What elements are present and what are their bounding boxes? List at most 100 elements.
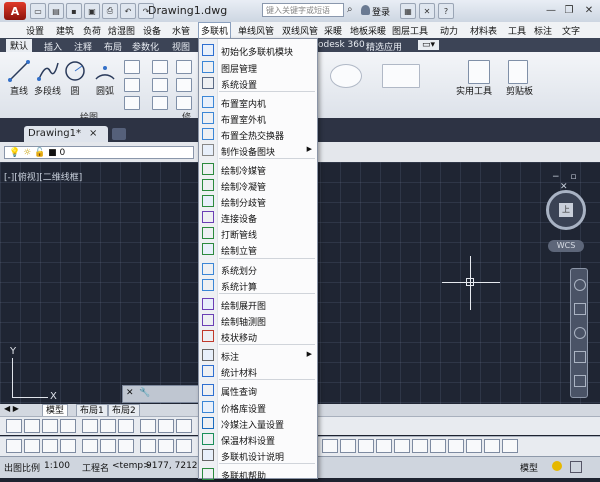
layer-dropdown[interactable]: 💡 ☼ 🔓 ■ 0 (4, 146, 194, 159)
tool-icon-1[interactable] (6, 419, 22, 433)
ribbon-options-icon[interactable]: ▭▾ (418, 40, 440, 50)
tool-icon-2[interactable] (24, 419, 40, 433)
tool-icon-24[interactable] (376, 439, 392, 453)
utilities-label[interactable]: 实用工具 (456, 84, 492, 97)
menu-item-double-duct[interactable]: 双线风管 (282, 24, 318, 37)
calculator-icon[interactable] (468, 60, 490, 84)
app-logo-button[interactable]: A (4, 2, 26, 20)
menu-item-material-stats[interactable]: 统计材料 (199, 363, 317, 379)
restore-button[interactable]: ❐ (560, 3, 578, 17)
menu-item-building[interactable]: 建筑 (56, 24, 74, 37)
tool-icon-30[interactable] (484, 439, 500, 453)
tool-icon-7[interactable] (118, 419, 134, 433)
menu-item-connect[interactable]: 连接设备 (199, 209, 317, 225)
model-space-toggle[interactable]: 模型 (520, 461, 538, 474)
tool-icon-20[interactable] (176, 439, 192, 453)
viewport-restore-icon[interactable]: ▫ (570, 172, 576, 182)
tool-icon-11[interactable] (6, 439, 22, 453)
menu-item-layer-tools[interactable]: 图层工具 (392, 24, 428, 37)
tool-icon-9[interactable] (158, 419, 174, 433)
menu-item-material-table[interactable]: 材料表 (470, 24, 497, 37)
tool-icon-21[interactable] (322, 439, 338, 453)
menu-item-refrigerant-charge[interactable]: 冷媒注入量设置 (199, 415, 317, 431)
close-button[interactable]: ✕ (580, 3, 598, 17)
tool-icon-10[interactable] (176, 419, 192, 433)
search-input[interactable]: 键入关键字或短语 (262, 3, 344, 17)
tool-icon-14[interactable] (60, 439, 76, 453)
menu-item-system-settings[interactable]: 系统设置 (199, 75, 317, 91)
command-wrench-icon[interactable]: 🔧 (139, 388, 150, 398)
showmotion-icon[interactable] (574, 375, 586, 387)
save-as-icon[interactable]: ▣ (84, 3, 100, 19)
circle-tool[interactable]: 圆 (62, 58, 88, 97)
layout-nav-icon[interactable]: ◀ ▶ (4, 404, 19, 413)
pan-icon[interactable] (574, 303, 586, 315)
menu-item-equipment[interactable]: 设备 (143, 24, 161, 37)
scale-dropdown[interactable]: 1:100 (44, 461, 70, 471)
tool-icon-19[interactable] (158, 439, 174, 453)
save-icon[interactable]: ▪ (66, 3, 82, 19)
exchange-icon[interactable]: ✕ (419, 3, 435, 19)
menu-item-insulation[interactable]: 保温材料设置 (199, 431, 317, 447)
command-close-icon[interactable]: ✕ (126, 388, 134, 398)
copy-icon[interactable] (152, 78, 168, 92)
tool-icon-28[interactable] (448, 439, 464, 453)
menu-item-condensate-pipe[interactable]: 绘制冷凝管 (199, 177, 317, 193)
scale-icon[interactable] (176, 96, 192, 110)
tool-icon-13[interactable] (42, 439, 58, 453)
new-file-icon[interactable]: ▭ (30, 3, 46, 19)
clipboard-label[interactable]: 剪贴板 (506, 84, 533, 97)
tool-icon-18[interactable] (140, 439, 156, 453)
tool-icon-29[interactable] (466, 439, 482, 453)
close-tab-icon[interactable]: × (89, 128, 97, 139)
menu-item-heat-exchanger[interactable]: 布置全热交换器 (199, 126, 317, 142)
menu-item-block[interactable]: 制作设备图块 ▶ (199, 142, 317, 158)
menu-item-init[interactable]: 初始化多联机模块 (199, 42, 317, 58)
rotate-icon[interactable] (176, 60, 192, 74)
menu-item-calculate[interactable]: 系统计算 (199, 277, 317, 293)
menu-item-branch-move[interactable]: 枝状移动 (199, 328, 317, 344)
arc-tool[interactable]: 圆弧 (92, 58, 118, 97)
menu-item-annotation[interactable]: 标注 (534, 24, 552, 37)
menu-item-branch-pipe[interactable]: 绘制分歧管 (199, 193, 317, 209)
menu-item-design-notes[interactable]: 多联机设计说明 (199, 447, 317, 463)
tool-icon-26[interactable] (412, 439, 428, 453)
menu-item-text[interactable]: 文字 (562, 24, 580, 37)
tool-icon-3[interactable] (42, 419, 58, 433)
menu-item-axonometric[interactable]: 绘制轴测图 (199, 312, 317, 328)
tool-icon-12[interactable] (24, 439, 40, 453)
menu-item-psychrometric[interactable]: 焓湿图 (108, 24, 135, 37)
login-link[interactable]: 登录 (372, 5, 390, 18)
menu-item-power[interactable]: 动力 (440, 24, 458, 37)
menu-item-system-divide[interactable]: 系统划分 (199, 261, 317, 277)
undo-icon[interactable]: ↶ (120, 3, 136, 19)
command-line[interactable]: ✕ 🔧 (122, 385, 202, 403)
tool-icon-15[interactable] (82, 439, 98, 453)
stretch-icon[interactable] (152, 96, 168, 110)
viewport-minimize-icon[interactable]: − (552, 172, 560, 182)
steering-wheel-icon[interactable] (574, 279, 586, 291)
open-file-icon[interactable]: ▤ (48, 3, 64, 19)
plot-icon[interactable]: ⎙ (102, 3, 118, 19)
tool-icon-22[interactable] (340, 439, 356, 453)
menu-item-water-pipe[interactable]: 水管 (172, 24, 190, 37)
menu-item-price-library[interactable]: 价格库设置 (199, 399, 317, 415)
tool-icon-17[interactable] (118, 439, 134, 453)
help-circle-icon[interactable]: ? (438, 3, 454, 19)
menu-item-load[interactable]: 负荷 (83, 24, 101, 37)
menu-item-annotation[interactable]: 标注 ▶ (199, 347, 317, 363)
hatch-icon[interactable] (124, 78, 140, 92)
menu-item-expand-drawing[interactable]: 绘制展开图 (199, 296, 317, 312)
tool-icon-25[interactable] (394, 439, 410, 453)
menu-item-floor-heating[interactable]: 地板采暖 (350, 24, 386, 37)
line-tool[interactable]: 直线 (6, 58, 32, 97)
menu-item-riser[interactable]: 绘制立管 (199, 241, 317, 257)
menu-item-tools[interactable]: 工具 (508, 24, 526, 37)
layer-properties-icon[interactable] (330, 64, 362, 88)
tool-icon-4[interactable] (60, 419, 76, 433)
search-icon[interactable]: ⌕ (347, 4, 359, 16)
cart-icon[interactable]: ▦ (400, 3, 416, 19)
mirror-icon[interactable] (176, 78, 192, 92)
menu-item-layer-manage[interactable]: 图层管理 (199, 59, 317, 75)
orbit-icon[interactable] (574, 351, 586, 363)
